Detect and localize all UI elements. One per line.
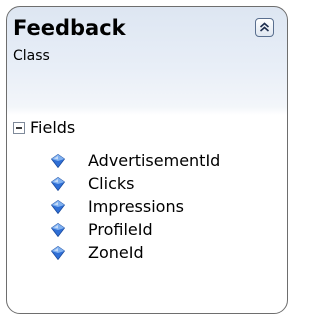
class-kind: Class xyxy=(13,48,50,64)
minus-box-icon[interactable] xyxy=(13,122,25,134)
class-header: Feedback Class xyxy=(7,7,287,111)
class-name: Feedback xyxy=(13,16,126,40)
fields-section-header[interactable]: Fields xyxy=(13,116,273,140)
field-name: Impressions xyxy=(88,197,184,216)
class-shape-feedback[interactable]: Feedback Class Fields AdvertisementId Cli… xyxy=(6,6,288,314)
field-diamond-icon xyxy=(51,200,65,214)
field-name: Clicks xyxy=(88,174,135,193)
field-name: AdvertisementId xyxy=(88,151,221,170)
field-name: ZoneId xyxy=(88,243,144,262)
field-diamond-icon xyxy=(51,223,65,237)
field-diamond-icon xyxy=(51,154,65,168)
field-diamond-icon xyxy=(51,177,65,191)
field-name: ProfileId xyxy=(88,220,153,239)
collapse-button[interactable] xyxy=(255,18,274,37)
double-chevron-up-icon xyxy=(259,22,270,32)
fields-section-label: Fields xyxy=(30,118,76,137)
field-diamond-icon xyxy=(51,246,65,260)
